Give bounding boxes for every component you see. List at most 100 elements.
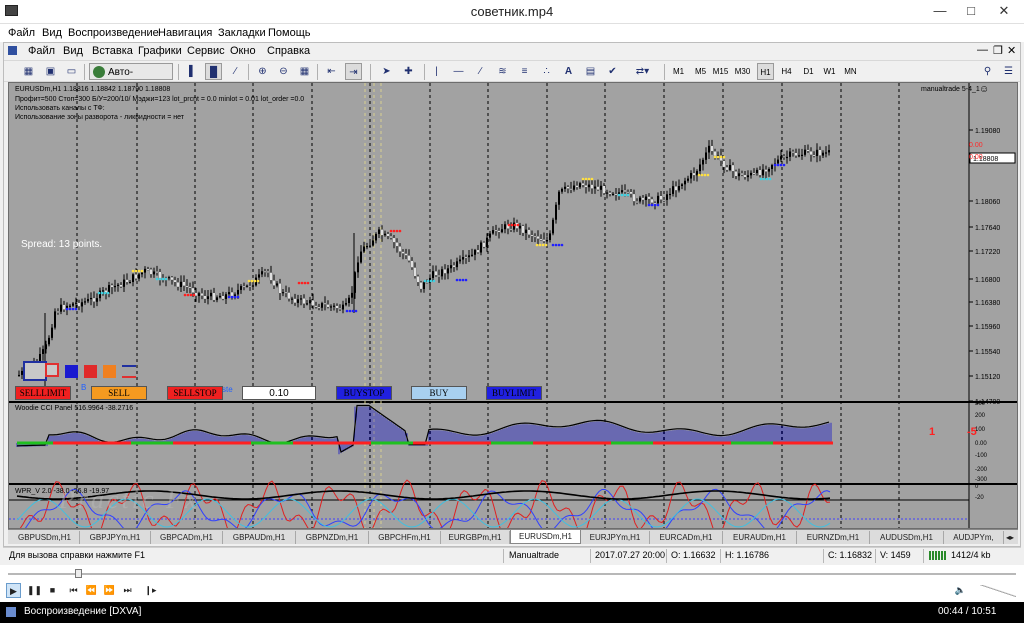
- mt4-menu-window[interactable]: Окно: [230, 45, 256, 57]
- timeframe-w1[interactable]: W1: [821, 63, 838, 80]
- profiles-icon[interactable]: ▣: [42, 63, 59, 80]
- new-chart-icon[interactable]: ▦: [20, 63, 37, 80]
- next-icon[interactable]: ⏭: [120, 583, 135, 598]
- player-menu-help[interactable]: Помощь: [268, 27, 311, 39]
- fast-forward-icon[interactable]: ⏩: [102, 583, 117, 598]
- tab-audusdm[interactable]: AUDUSDm,H1: [870, 531, 944, 544]
- tab-gbpchfm[interactable]: GBPCHFm,H1: [369, 531, 441, 544]
- tab-gbpcadm[interactable]: GBPCADm,H1: [151, 531, 223, 544]
- search-icon[interactable]: ⚲: [979, 63, 996, 80]
- vertical-line-icon[interactable]: |: [428, 63, 445, 80]
- mt4-close-icon[interactable]: ✕: [1007, 44, 1016, 57]
- tab-gbpnzdm[interactable]: GBPNZDm,H1: [296, 531, 369, 544]
- lot-size-input[interactable]: 0.10: [242, 386, 316, 400]
- seek-track[interactable]: [8, 573, 1016, 575]
- timeframe-h4[interactable]: H4: [778, 63, 795, 80]
- line-chart-icon[interactable]: ∕: [227, 63, 244, 80]
- rewind-icon[interactable]: ⏪: [84, 583, 99, 598]
- sellstop-button[interactable]: SELLSTOP: [167, 386, 223, 400]
- buy-button[interactable]: BUY: [411, 386, 467, 400]
- close-icon[interactable]: ✕: [987, 0, 1021, 22]
- crosshair-icon[interactable]: ✚: [400, 63, 417, 80]
- fibonacci-fan-icon[interactable]: ∴: [538, 63, 555, 80]
- timeframe-h1[interactable]: H1: [757, 63, 774, 80]
- frame-step-icon[interactable]: ❙▸: [143, 583, 158, 598]
- panel-color-orange[interactable]: [103, 365, 116, 378]
- chat-icon[interactable]: ☰: [1000, 63, 1017, 80]
- panel-mode-box[interactable]: [23, 361, 47, 381]
- timeframe-mn[interactable]: MN: [842, 63, 859, 80]
- panel-mode-box[interactable]: [45, 363, 59, 377]
- play-icon[interactable]: ▶: [6, 583, 21, 598]
- text-tool-icon[interactable]: A: [560, 63, 577, 80]
- mt4-menu-tools[interactable]: Сервис: [187, 45, 225, 57]
- tab-eurusdm[interactable]: EURUSDm,H1: [510, 530, 581, 544]
- player-menu-playback[interactable]: Воспроизведение: [68, 27, 159, 39]
- tab-eurcadm[interactable]: EURCADm,H1: [650, 531, 723, 544]
- arrows-icon[interactable]: ✔: [604, 63, 621, 80]
- tabs-scroll-icon[interactable]: ◂▸: [1004, 531, 1016, 544]
- mt4-menu-charts[interactable]: Графики: [138, 45, 182, 57]
- mt4-menu-file[interactable]: Файл: [28, 45, 55, 57]
- timeframe-m15[interactable]: M15: [712, 63, 729, 80]
- volume-slider[interactable]: [980, 585, 1016, 597]
- candle-body: [432, 271, 434, 278]
- mt4-restore-icon[interactable]: ❐: [993, 44, 1003, 57]
- sell-button[interactable]: SELL: [91, 386, 147, 400]
- tab-gbpusdm[interactable]: GBPUSDm,H1: [10, 531, 80, 544]
- chart-window[interactable]: 1.19080 1.18060 1.17640 1.17220 1.16800 1.163…: [8, 82, 1018, 529]
- buystop-button[interactable]: BUYSTOP: [336, 386, 392, 400]
- zoom-out-icon[interactable]: ⊖: [275, 63, 292, 80]
- zoom-in-icon[interactable]: ⊕: [254, 63, 271, 80]
- chart-shift-icon[interactable]: ⇤: [323, 63, 340, 80]
- tab-audjpym[interactable]: AUDJPYm,: [944, 531, 1004, 544]
- mt4-menu-help[interactable]: Справка: [267, 45, 310, 57]
- tile-windows-icon[interactable]: ▦: [296, 63, 313, 80]
- seek-bar[interactable]: [0, 565, 1024, 579]
- panel-color-blue[interactable]: [65, 365, 78, 378]
- tab-euraudm[interactable]: EURAUDm,H1: [723, 531, 797, 544]
- tab-gbpaudm[interactable]: GBPAUDm,H1: [223, 531, 296, 544]
- pause-icon[interactable]: ❚❚: [27, 583, 42, 598]
- volume-icon[interactable]: 🔈: [953, 583, 968, 598]
- bar-chart-icon[interactable]: ▌: [184, 63, 201, 80]
- timeframe-m30[interactable]: M30: [734, 63, 751, 80]
- buylimit-button[interactable]: BUYLIMIT: [486, 386, 542, 400]
- minimize-icon[interactable]: —: [925, 0, 955, 22]
- price-label: 1.17640: [975, 225, 1000, 232]
- tab-eurjpym[interactable]: EURJPYm,H1: [581, 531, 650, 544]
- autotrade-button[interactable]: Авто-торговля: [89, 63, 173, 95]
- tab-gbpjpym[interactable]: GBPJPYm,H1: [80, 531, 151, 544]
- player-menu-bookmarks[interactable]: Закладки: [218, 27, 266, 39]
- stop-icon[interactable]: ■: [45, 583, 60, 598]
- player-menu-file[interactable]: Файл: [8, 27, 35, 39]
- draw-tools-dropdown-icon[interactable]: ⇄▾: [634, 63, 651, 80]
- cursor-icon[interactable]: ➤: [378, 63, 395, 80]
- text-label-icon[interactable]: ▤: [582, 63, 599, 80]
- player-menu-navigation[interactable]: Навигация: [158, 27, 212, 39]
- mt4-menu-view[interactable]: Вид: [63, 45, 83, 57]
- timeframe-d1[interactable]: D1: [800, 63, 817, 80]
- navigator-icon[interactable]: ▭: [63, 63, 80, 80]
- timeframe-m5[interactable]: M5: [692, 63, 709, 80]
- selllimit-button[interactable]: SELLLIMIT: [15, 386, 71, 400]
- seek-thumb[interactable]: [75, 569, 82, 578]
- timeframe-m1[interactable]: M1: [670, 63, 687, 80]
- panel-color-red[interactable]: [84, 365, 97, 378]
- panel-menu-icon[interactable]: [122, 365, 136, 378]
- candle-body: [210, 292, 212, 297]
- auto-scroll-icon[interactable]: ⇥: [345, 63, 362, 80]
- player-menu-view[interactable]: Вид: [42, 27, 62, 39]
- mt4-minimize-icon[interactable]: —: [977, 44, 988, 56]
- candlestick-icon[interactable]: █: [205, 63, 222, 80]
- mt4-menu-insert[interactable]: Вставка: [92, 45, 133, 57]
- tab-eurnzdm[interactable]: EURNZDm,H1: [797, 531, 870, 544]
- chart-canvas[interactable]: 1.19080 1.18060 1.17640 1.17220 1.16800 1.163…: [9, 83, 1017, 528]
- horizontal-line-icon[interactable]: —: [450, 63, 467, 80]
- maximize-icon[interactable]: □: [956, 0, 986, 22]
- tab-eurgbpm[interactable]: EURGBPm,H1: [441, 531, 510, 544]
- equidistant-channel-icon[interactable]: ≋: [494, 63, 511, 80]
- fibonacci-icon[interactable]: ≡: [516, 63, 533, 80]
- trendline-icon[interactable]: ∕: [472, 63, 489, 80]
- previous-icon[interactable]: ⏮: [66, 583, 81, 598]
